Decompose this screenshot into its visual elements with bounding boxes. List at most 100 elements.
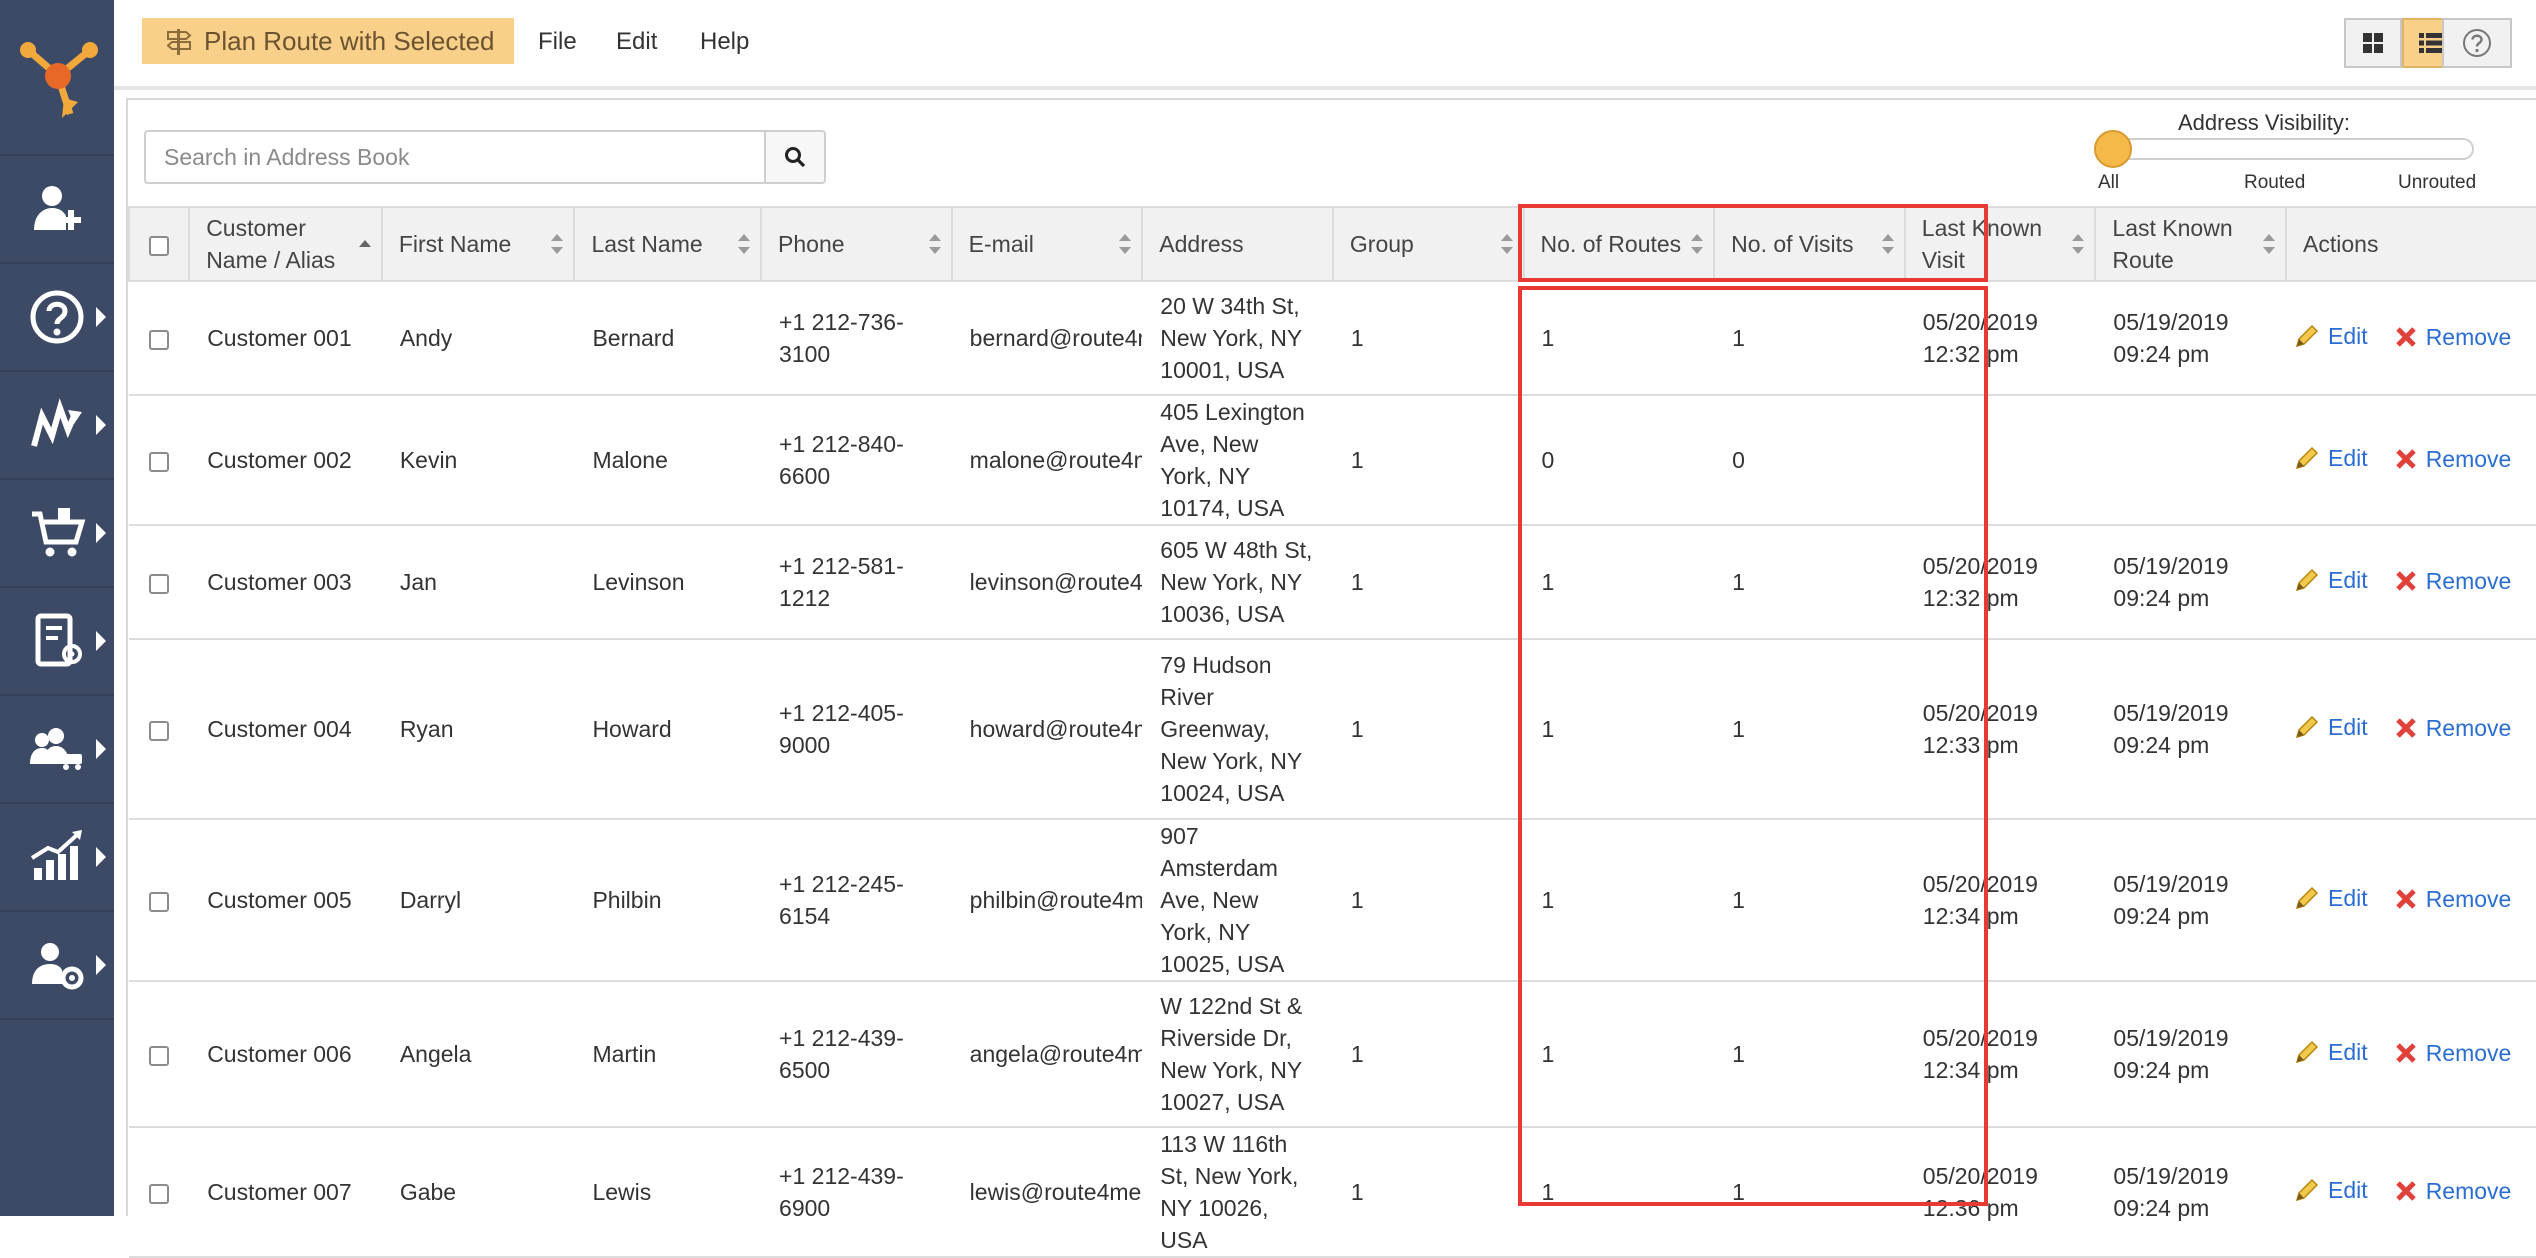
edit-button[interactable]: Edit xyxy=(2294,442,2368,474)
cell-email-link[interactable]: levinson@route4me.com xyxy=(951,525,1143,640)
edit-button[interactable]: Edit xyxy=(2294,1036,2368,1068)
remove-button[interactable]: Remove xyxy=(2394,1037,2512,1069)
cell-last-name: Lewis xyxy=(574,1127,762,1258)
cell-last-known-visit: 05/20/2019 12:32 pm xyxy=(1904,525,2096,640)
cell-email-link[interactable]: malone@route4me.com xyxy=(951,395,1143,526)
search-icon xyxy=(785,147,806,168)
row-checkbox[interactable] xyxy=(149,1045,170,1066)
sidebar-item-help[interactable] xyxy=(0,264,114,372)
top-toolbar: Plan Route with Selected File Edit Help xyxy=(114,0,2536,90)
cell-first-name: Andy xyxy=(381,281,575,396)
remove-button[interactable]: Remove xyxy=(2394,883,2511,915)
row-checkbox[interactable] xyxy=(149,573,170,594)
cell-no-of-visits: 1 xyxy=(1714,1127,1905,1258)
cell-phone-link[interactable]: +1 212-439-6900 xyxy=(761,1127,952,1258)
sidebar-item-routes[interactable] xyxy=(0,372,114,480)
cell-phone-link[interactable]: +1 212-405-9000 xyxy=(761,639,952,820)
edit-button[interactable]: Edit xyxy=(2294,564,2368,596)
table-row: Customer 005 Darryl Philbin +1 212-245-6154… xyxy=(129,819,2536,982)
plan-route-label: Plan Route with Selected xyxy=(204,25,495,56)
remove-button[interactable]: Remove xyxy=(2394,1175,2511,1207)
cell-last-known-visit: 05/20/2019 12:34 pm xyxy=(1904,981,2096,1128)
cell-email-link[interactable]: angela@route4me.com xyxy=(951,981,1143,1128)
cell-phone-link[interactable]: +1 212-439-6500 xyxy=(761,981,952,1128)
cell-phone-link[interactable]: +1 212-736-3100 xyxy=(761,281,952,396)
edit-label: Edit xyxy=(2328,1038,2368,1065)
edit-button[interactable]: Edit xyxy=(2294,1174,2368,1206)
column-header-first-name[interactable]: First Name xyxy=(380,206,576,282)
remove-button[interactable]: Remove xyxy=(2394,443,2511,475)
route4me-logo-icon[interactable] xyxy=(0,0,114,156)
remove-label: Remove xyxy=(2425,1039,2512,1066)
cell-first-name: Ryan xyxy=(381,639,575,820)
remove-button[interactable]: Remove xyxy=(2394,712,2511,744)
chevron-right-icon xyxy=(96,415,106,435)
column-header-customer[interactable]: Customer Name / Alias xyxy=(188,206,383,282)
remove-button[interactable]: Remove xyxy=(2394,565,2511,597)
column-header-no-of-visits[interactable]: No. of Visits xyxy=(1713,206,1906,282)
cell-phone-link[interactable]: +1 212-581-1212 xyxy=(761,525,952,640)
cart-icon xyxy=(32,508,86,557)
menu-file[interactable]: File xyxy=(538,28,577,56)
grid-view-button[interactable] xyxy=(2344,18,2402,68)
select-all-checkbox[interactable] xyxy=(149,235,170,256)
menu-edit[interactable]: Edit xyxy=(616,28,657,56)
sidebar-item-analytics[interactable] xyxy=(0,804,114,912)
cell-no-of-routes: 1 xyxy=(1523,525,1715,640)
row-select-cell xyxy=(129,981,190,1128)
column-header-last-known-visit[interactable]: Last Known Visit xyxy=(1903,206,2097,282)
sidebar-item-cart[interactable] xyxy=(0,480,114,588)
help-button[interactable] xyxy=(2442,18,2512,68)
cell-email-link[interactable]: howard@route4me.com xyxy=(951,639,1143,820)
edit-label: Edit xyxy=(2328,322,2368,349)
question-circle-icon xyxy=(2463,29,2491,57)
address-visibility-title: Address Visibility: xyxy=(2178,110,2350,135)
column-header-no-of-routes[interactable]: No. of Routes xyxy=(1522,206,1716,282)
column-header-group[interactable]: Group xyxy=(1331,206,1525,282)
row-checkbox[interactable] xyxy=(149,451,170,472)
cell-email-link[interactable]: philbin@route4me.com xyxy=(951,819,1143,982)
row-checkbox[interactable] xyxy=(149,1183,170,1204)
cell-group: 1 xyxy=(1332,639,1524,820)
menu-help[interactable]: Help xyxy=(700,28,749,56)
table-row: Customer 006 Angela Martin +1 212-439-6500 a… xyxy=(129,981,2536,1128)
help-icon xyxy=(30,290,84,344)
edit-button[interactable]: Edit xyxy=(2294,711,2368,743)
cell-email-link[interactable]: lewis@route4me.com xyxy=(951,1127,1143,1258)
cell-first-name: Jan xyxy=(381,525,575,640)
column-header-phone[interactable]: Phone xyxy=(760,206,953,282)
cell-email-link[interactable]: bernard@route4me.com xyxy=(951,281,1143,396)
row-checkbox[interactable] xyxy=(149,720,170,741)
column-header-email[interactable]: E-mail xyxy=(950,206,1144,282)
column-header-last-name[interactable]: Last Name xyxy=(573,206,763,282)
search-button[interactable] xyxy=(764,130,826,184)
cell-first-name: Gabe xyxy=(381,1127,575,1258)
sidebar-item-team[interactable] xyxy=(0,696,114,804)
address-book-panel: Address Visibility: All Routed Unrouted … xyxy=(126,98,2536,1258)
search-input[interactable] xyxy=(144,130,764,184)
cell-phone-link[interactable]: +1 212-245-6154 xyxy=(761,819,952,982)
cell-address: 405 Lexington Ave, New York, NY 10174, U… xyxy=(1142,395,1333,526)
edit-button[interactable]: Edit xyxy=(2294,882,2368,914)
edit-button[interactable]: Edit xyxy=(2294,320,2368,352)
remove-button[interactable]: Remove xyxy=(2394,321,2511,353)
sidebar-item-address-book[interactable] xyxy=(0,588,114,696)
row-select-cell xyxy=(129,525,190,640)
sort-icon xyxy=(1500,234,1513,254)
row-select-cell xyxy=(129,1127,190,1258)
column-header-last-known-route[interactable]: Last Known Route xyxy=(2094,206,2288,282)
address-visibility-slider-handle[interactable] xyxy=(2094,130,2132,168)
address-visibility-slider-track[interactable] xyxy=(2104,138,2474,160)
pencil-icon xyxy=(2295,886,2319,909)
sidebar-item-add-user[interactable] xyxy=(0,156,114,264)
cell-phone-link[interactable]: +1 212-840-6600 xyxy=(761,395,952,526)
sidebar-item-settings[interactable] xyxy=(0,912,114,1020)
cell-last-known-visit xyxy=(1904,395,2096,526)
chevron-right-icon xyxy=(96,523,106,543)
cell-first-name: Angela xyxy=(381,981,575,1128)
row-checkbox[interactable] xyxy=(149,891,170,912)
table-row: Customer 004 Ryan Howard +1 212-405-9000 how… xyxy=(129,639,2536,820)
cell-address: 79 Hudson River Greenway, New York, NY 1… xyxy=(1142,639,1333,820)
plan-route-with-selected-button[interactable]: Plan Route with Selected xyxy=(142,18,514,64)
row-checkbox[interactable] xyxy=(149,329,170,350)
